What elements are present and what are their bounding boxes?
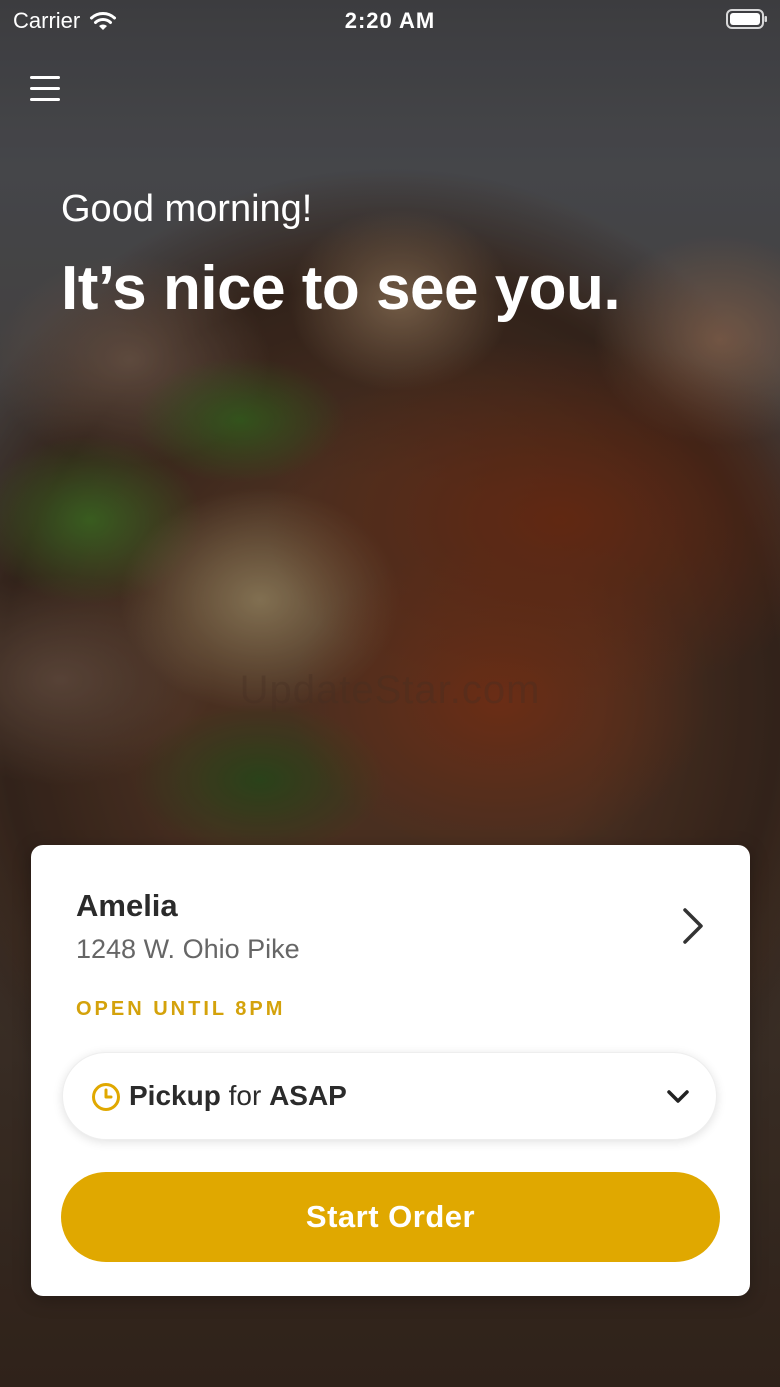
store-name: Amelia	[76, 888, 178, 923]
status-time: 2:20 AM	[344, 8, 436, 33]
pickup-time-dropdown[interactable]: Pickup for ASAP	[62, 1052, 717, 1140]
battery-icon	[726, 9, 767, 29]
pickup-summary: Pickup for ASAP	[129, 1080, 347, 1112]
clock-icon	[92, 1083, 120, 1111]
store-selector[interactable]: Amelia 1248 W. Ohio Pike	[31, 845, 750, 995]
hamburger-menu-icon[interactable]	[28, 72, 64, 106]
chevron-down-icon	[667, 1090, 689, 1103]
menu-line	[30, 76, 60, 79]
app-screen: UpdateStar.com Carrier 2:20 AM Good morn…	[0, 0, 780, 1387]
pickup-time: ASAP	[269, 1080, 347, 1111]
pickup-mode: Pickup	[129, 1080, 221, 1111]
pickup-connector: for	[228, 1080, 262, 1111]
menu-line	[30, 87, 60, 90]
store-hours-badge: OPEN UNTIL 8PM	[76, 998, 286, 1020]
store-address: 1248 W. Ohio Pike	[76, 934, 300, 964]
chevron-right-icon	[683, 908, 703, 944]
order-card: Amelia 1248 W. Ohio Pike OPEN UNTIL 8PM …	[31, 845, 750, 1296]
menu-line	[30, 98, 60, 101]
greeting-title: It’s nice to see you.	[61, 254, 621, 323]
start-order-button[interactable]: Start Order	[61, 1172, 720, 1262]
greeting-subtitle: Good morning!	[61, 188, 313, 230]
watermark-text: UpdateStar.com	[239, 668, 541, 712]
status-bar: Carrier 2:20 AM	[0, 0, 780, 40]
